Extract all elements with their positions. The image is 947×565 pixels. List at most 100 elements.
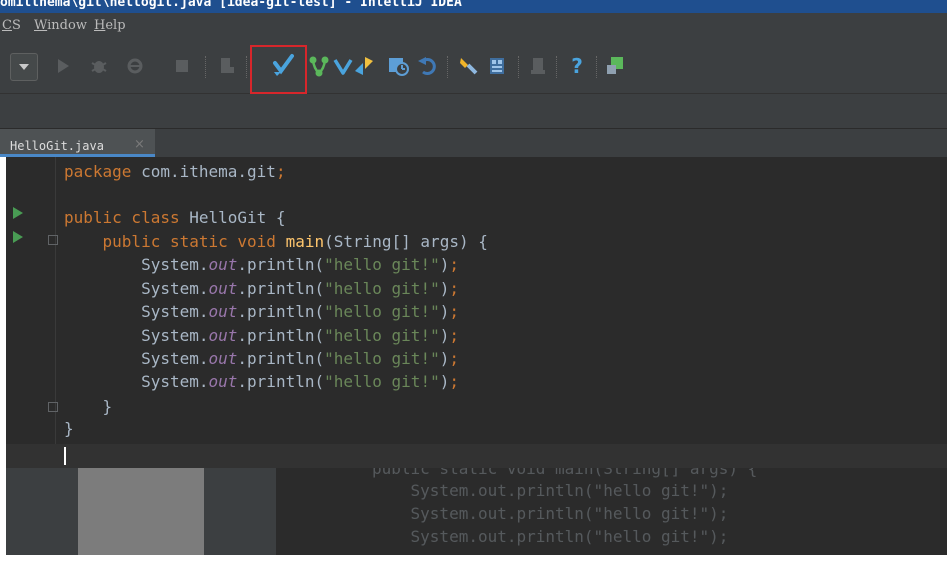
menu-window[interactable]: Window xyxy=(34,18,87,33)
class-name: HelloGit { xyxy=(189,208,286,227)
stop-icon xyxy=(176,60,188,72)
ghost-line-4: System.out.println("hello git!"); xyxy=(372,527,729,546)
menu-vcs-rest: S xyxy=(11,18,21,33)
method-params: (String[] args) { xyxy=(324,232,488,251)
sdk-button[interactable] xyxy=(528,55,550,77)
toolbar-separator xyxy=(447,56,449,78)
close-icon[interactable]: × xyxy=(134,137,145,152)
out-field: out xyxy=(208,255,238,274)
semicolon: ; xyxy=(449,279,459,298)
method-name: main xyxy=(285,232,325,251)
menu-help-mnemonic: H xyxy=(94,18,106,33)
semicolon: ; xyxy=(275,162,286,181)
menu-vcs-mnemonic: C xyxy=(2,18,12,33)
revert-button[interactable] xyxy=(417,55,439,77)
menu-vcs[interactable]: CS xyxy=(2,18,21,33)
toolbar-separator xyxy=(518,56,520,78)
code-line-11: } xyxy=(64,397,113,416)
fold-marker-icon[interactable] xyxy=(48,235,58,245)
project-structure-button[interactable] xyxy=(487,55,509,77)
run-class-icon[interactable] xyxy=(13,207,23,219)
out-field: out xyxy=(208,372,238,391)
vcs-push-button[interactable] xyxy=(353,55,375,77)
main-toolbar: ? xyxy=(0,42,947,94)
keyword: public static void xyxy=(102,232,276,251)
run-button[interactable] xyxy=(52,55,74,77)
settings-icon xyxy=(460,58,478,75)
highlight-box xyxy=(250,45,307,94)
project-structure-icon xyxy=(490,58,504,74)
dropdown-arrow-icon xyxy=(19,64,29,70)
vcs-commit-button[interactable] xyxy=(308,55,330,77)
tab-label: HelloGit.java xyxy=(10,139,104,153)
revert-icon xyxy=(418,57,436,75)
help-button[interactable]: ? xyxy=(566,55,588,77)
editor-tab-bar: HelloGit.java × xyxy=(0,129,947,157)
background-window: public static void main(String[] args) {… xyxy=(6,468,947,555)
string-literal: "hello git!" xyxy=(324,326,440,345)
semicolon: ; xyxy=(449,255,459,274)
ghost-line-2: System.out.println("hello git!"); xyxy=(372,481,729,500)
background-code-editor: public static void main(String[] args) {… xyxy=(276,468,947,555)
code-editor[interactable]: package com.ithema.git; public class Hel… xyxy=(6,157,947,468)
build-button[interactable] xyxy=(216,55,238,77)
vcs-commit2-button[interactable] xyxy=(332,55,354,77)
vcs-history-button[interactable] xyxy=(387,55,409,77)
code-line-7: System.out.println("hello git!"); xyxy=(64,302,459,321)
fold-marker-icon[interactable] xyxy=(48,402,58,412)
out-field: out xyxy=(208,349,238,368)
string-literal: "hello git!" xyxy=(324,302,440,321)
toolbar-separator xyxy=(556,56,558,78)
menu-window-rest: indow xyxy=(47,18,87,33)
code-line-4: public static void main(String[] args) { xyxy=(64,232,488,256)
semicolon: ; xyxy=(449,372,459,391)
svg-text:?: ? xyxy=(571,55,583,77)
string-literal: "hello git!" xyxy=(324,279,440,298)
coverage-button[interactable] xyxy=(124,55,146,77)
tab-hellogit-java[interactable]: HelloGit.java × xyxy=(0,129,155,157)
window-title: omitthema\git\hellogit.java [idea-git-te… xyxy=(0,0,462,10)
debug-button[interactable] xyxy=(88,55,110,77)
semicolon: ; xyxy=(449,302,459,321)
build-icon xyxy=(221,58,234,73)
keyword: package xyxy=(64,162,132,181)
code-line-8: System.out.println("hello git!"); xyxy=(64,326,459,345)
text-caret xyxy=(64,447,66,465)
vcs-push-icon xyxy=(355,57,373,75)
run-config-dropdown[interactable] xyxy=(10,53,38,81)
help-icon: ? xyxy=(571,55,583,77)
code-line-3: public class HelloGit { xyxy=(64,208,286,232)
run-icon xyxy=(58,59,69,73)
ghost-line-1: public static void main(String[] args) { xyxy=(372,468,758,478)
menu-help[interactable]: Help xyxy=(94,18,126,33)
vcs-commit-icon xyxy=(309,56,329,77)
vcs-commit-icon xyxy=(333,59,353,75)
stop-button[interactable] xyxy=(171,55,193,77)
background-panel xyxy=(78,468,204,555)
plugin-button[interactable] xyxy=(604,55,626,77)
debug-icon xyxy=(91,61,107,73)
string-literal: "hello git!" xyxy=(324,349,440,368)
sdk-icon xyxy=(531,58,545,74)
code-line-9: System.out.println("hello git!"); xyxy=(64,349,459,368)
out-field: out xyxy=(208,326,238,345)
gutter-divider xyxy=(55,157,56,468)
code-line-12: } xyxy=(64,419,74,438)
code-line-6: System.out.println("hello git!"); xyxy=(64,279,459,298)
settings-button[interactable] xyxy=(457,55,479,77)
menu-bar: CS Window Help xyxy=(0,13,947,42)
current-line-highlight xyxy=(6,444,947,468)
keyword: public class xyxy=(64,208,180,227)
coverage-icon xyxy=(127,58,143,74)
code-line-1: package com.ithema.git; xyxy=(64,162,286,186)
window-title-bar: omitthema\git\hellogit.java [idea-git-te… xyxy=(0,0,947,13)
ghost-line-3: System.out.println("hello git!"); xyxy=(372,504,729,523)
menu-help-rest: elp xyxy=(105,18,126,33)
run-main-icon[interactable] xyxy=(13,231,23,243)
semicolon: ; xyxy=(449,326,459,345)
code-line-5: System.out.println("hello git!"); xyxy=(64,255,459,274)
package-name: com.ithema.git xyxy=(141,162,276,181)
vcs-history-icon xyxy=(389,58,409,76)
string-literal: "hello git!" xyxy=(324,372,440,391)
out-field: out xyxy=(208,302,238,321)
